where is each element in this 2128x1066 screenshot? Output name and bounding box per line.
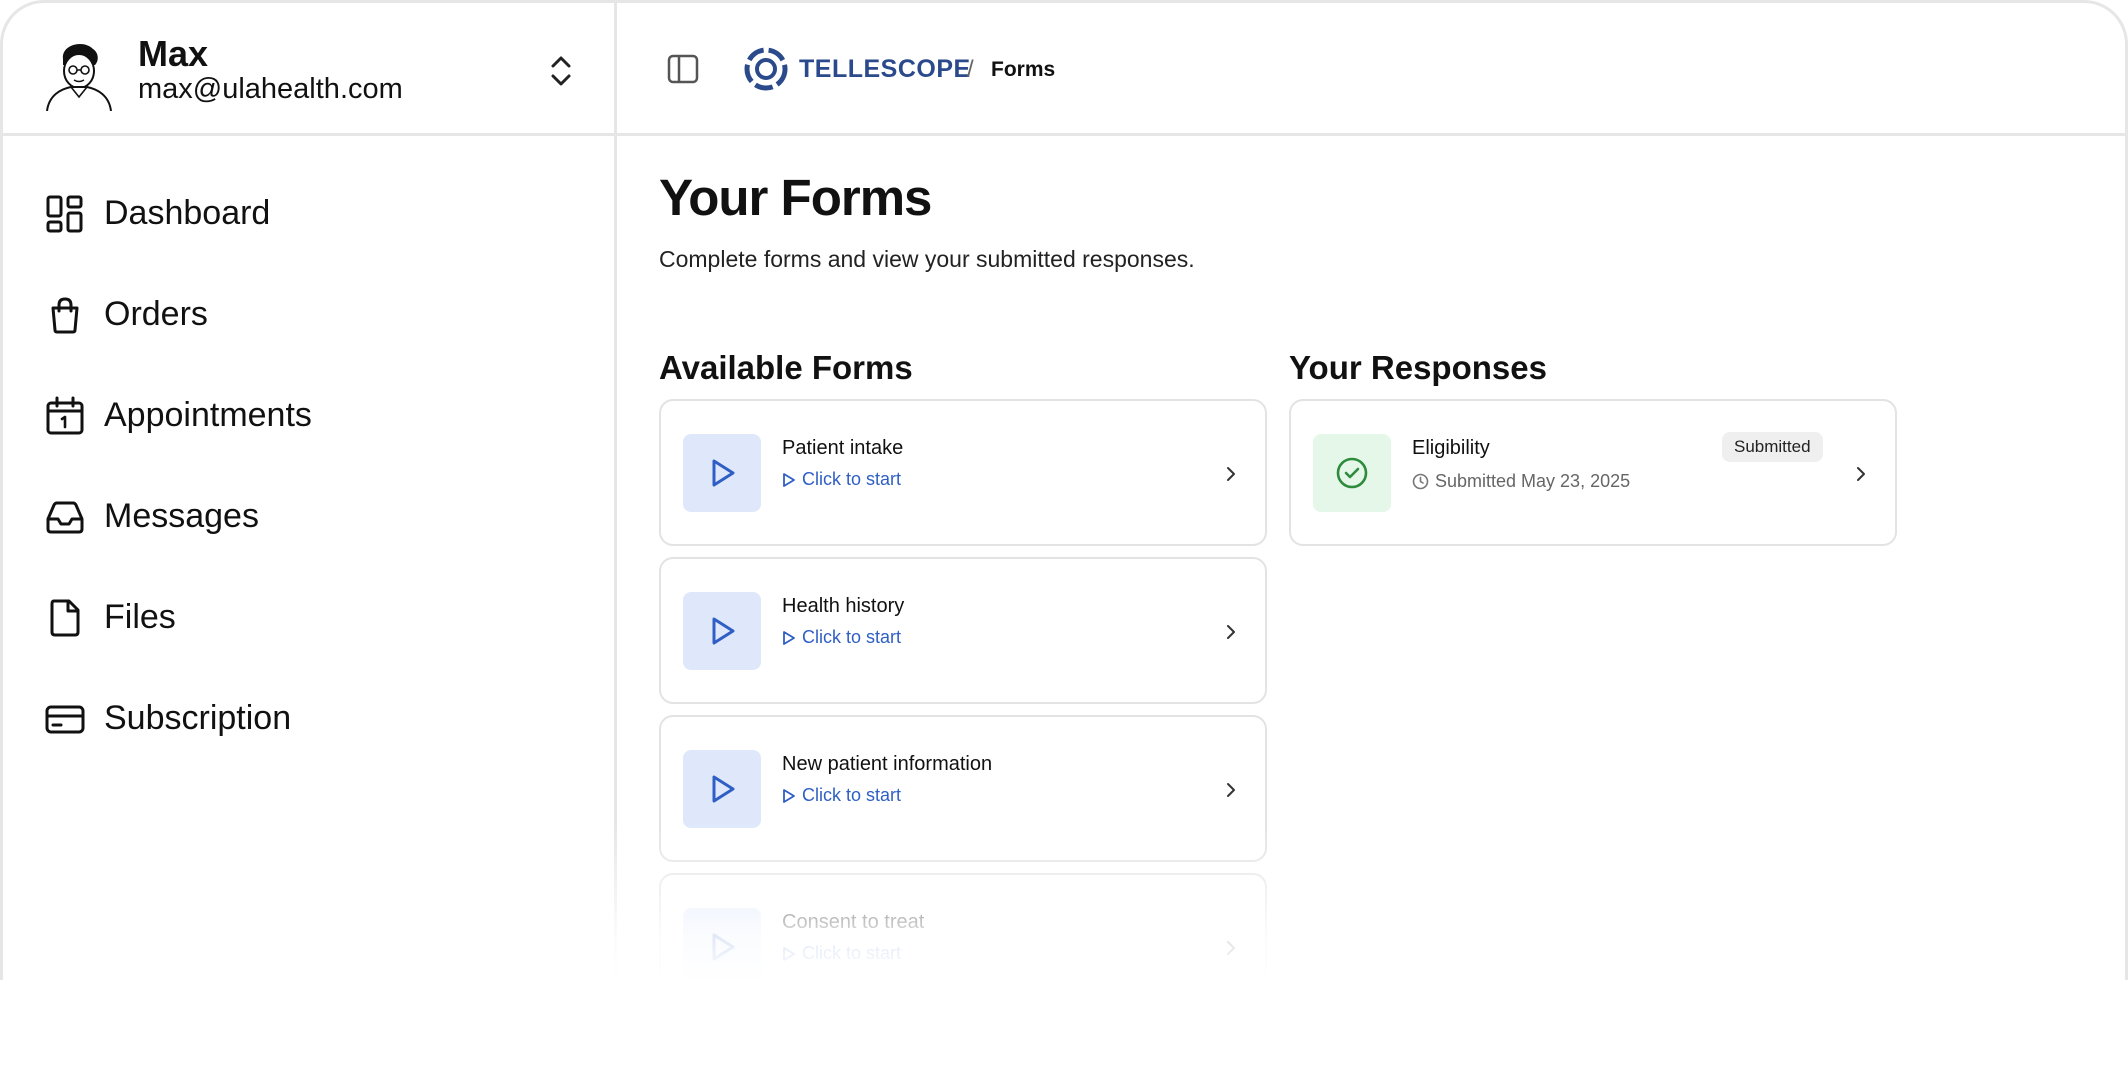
brand-name: TELLESCOPE	[799, 54, 971, 83]
chevron-right-icon	[1857, 467, 1865, 481]
form-card[interactable]: Health history Click to start	[659, 557, 1267, 704]
play-icon	[683, 592, 761, 670]
app-window: Max max@ulahealth.com Dashboard Orders A…	[0, 0, 2128, 980]
sidebar-toggle-icon[interactable]	[667, 53, 699, 85]
start-link[interactable]: Click to start	[782, 627, 901, 648]
play-small-icon	[783, 630, 795, 645]
sidebar: Max max@ulahealth.com Dashboard Orders A…	[3, 3, 617, 980]
credit-card-icon	[45, 705, 85, 733]
sidebar-item-label: Files	[104, 598, 176, 636]
sidebar-item-messages[interactable]: Messages	[3, 466, 614, 567]
breadcrumb-current: Forms	[991, 58, 1056, 81]
chevron-up-down-icon[interactable]	[543, 51, 579, 91]
play-small-icon	[783, 946, 795, 961]
calendar-icon	[46, 396, 84, 434]
available-forms-heading: Available Forms	[659, 349, 913, 386]
play-icon	[683, 908, 761, 980]
breadcrumb-separator: /	[967, 56, 974, 83]
shopping-bag-icon	[51, 296, 79, 333]
form-card[interactable]: Consent to treat Click to start	[659, 873, 1267, 980]
user-name: Max	[138, 33, 209, 74]
main-content: Your Forms Complete forms and view your …	[617, 136, 2125, 980]
sidebar-nav: Dashboard Orders Appointments Messages F…	[3, 163, 614, 769]
status-badge: Submitted	[1722, 432, 1823, 462]
start-link[interactable]: Click to start	[782, 943, 901, 964]
response-title: Eligibility	[1412, 437, 1490, 459]
sidebar-item-subscription[interactable]: Subscription	[3, 668, 614, 769]
chevron-right-icon	[1227, 783, 1235, 797]
chevron-right-icon	[1227, 625, 1235, 639]
form-title: Patient intake	[782, 437, 904, 459]
form-title: New patient information	[782, 753, 993, 775]
avatar	[46, 44, 112, 111]
sidebar-item-label: Messages	[104, 497, 259, 535]
user-menu[interactable]: Max max@ulahealth.com	[3, 3, 614, 136]
chevron-right-icon	[1227, 467, 1235, 481]
form-title: Health history	[782, 595, 905, 617]
page-subtitle: Complete forms and view your submitted r…	[659, 246, 1195, 272]
start-link[interactable]: Click to start	[782, 785, 901, 806]
play-icon	[683, 750, 761, 828]
play-small-icon	[783, 472, 795, 487]
inbox-icon	[46, 501, 84, 533]
form-card[interactable]: Patient intake Click to start	[659, 399, 1267, 546]
start-link[interactable]: Click to start	[782, 469, 901, 490]
response-card[interactable]: Eligibility Submitted Submitted May 23, …	[1289, 399, 1897, 546]
form-title: Consent to treat	[782, 911, 925, 933]
tellescope-logo-icon	[744, 47, 788, 91]
page-title: Your Forms	[659, 169, 932, 226]
sidebar-item-label: Appointments	[104, 396, 312, 434]
form-card[interactable]: New patient information Click to start	[659, 715, 1267, 862]
sidebar-item-files[interactable]: Files	[3, 567, 614, 668]
clock-icon	[1412, 473, 1429, 490]
check-circle-icon	[1313, 434, 1391, 512]
chevron-right-icon	[1227, 941, 1235, 955]
play-small-icon	[783, 788, 795, 803]
sidebar-item-dashboard[interactable]: Dashboard	[3, 163, 614, 264]
submitted-date: Submitted May 23, 2025	[1412, 471, 1630, 492]
sidebar-item-appointments[interactable]: Appointments	[3, 365, 614, 466]
responses-heading: Your Responses	[1289, 349, 1547, 386]
top-bar: TELLESCOPE / Forms	[617, 3, 2125, 136]
brand-logo[interactable]: TELLESCOPE	[743, 46, 971, 92]
dashboard-icon	[46, 195, 83, 232]
user-email: max@ulahealth.com	[138, 73, 403, 105]
sidebar-item-label: Dashboard	[104, 194, 271, 232]
play-icon	[683, 434, 761, 512]
sidebar-item-label: Subscription	[104, 699, 292, 737]
sidebar-item-label: Orders	[104, 295, 208, 333]
file-icon	[50, 599, 80, 636]
sidebar-item-orders[interactable]: Orders	[3, 264, 614, 365]
